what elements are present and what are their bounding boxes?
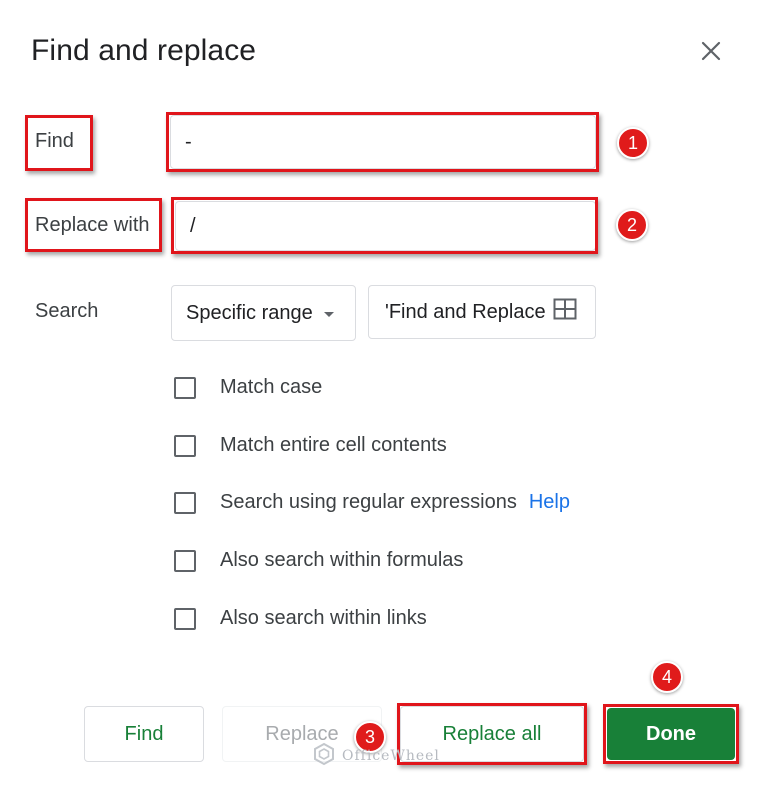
replace-label: Replace with <box>35 214 150 236</box>
annotation-badge-1: 1 <box>617 127 649 159</box>
search-formulas-checkbox[interactable] <box>174 549 196 572</box>
find-input[interactable] <box>170 115 596 169</box>
watermark-logo-icon <box>312 742 336 770</box>
close-icon[interactable] <box>696 36 726 66</box>
dialog-title: Find and replace <box>31 34 257 67</box>
option-match-case[interactable]: Match case <box>174 376 322 399</box>
dropdown-arrow-icon <box>323 302 335 325</box>
replace-input[interactable] <box>175 201 596 251</box>
regex-label: Search using regular expressions <box>220 491 517 513</box>
search-label: Search <box>35 300 99 322</box>
range-input-value: 'Find and Replace'!B5:B10 <box>385 300 545 323</box>
find-label: Find <box>35 130 74 152</box>
grid-icon[interactable] <box>553 298 577 326</box>
option-search-links[interactable]: Also search within links <box>174 607 427 630</box>
annotation-badge-2: 2 <box>616 209 648 241</box>
regex-checkbox[interactable] <box>174 491 196 514</box>
find-button[interactable]: Find <box>84 706 204 762</box>
match-case-checkbox[interactable] <box>174 376 196 399</box>
option-regex[interactable]: Search using regular expressions Help <box>174 491 570 514</box>
search-links-label: Also search within links <box>220 607 427 629</box>
option-search-formulas[interactable]: Also search within formulas <box>174 549 463 572</box>
search-scope-value: Specific range <box>186 301 313 324</box>
option-match-entire-cell[interactable]: Match entire cell contents <box>174 434 447 457</box>
search-formulas-label: Also search within formulas <box>220 549 464 571</box>
match-entire-cell-label: Match entire cell contents <box>220 434 447 456</box>
range-field[interactable]: 'Find and Replace'!B5:B10 <box>368 285 596 339</box>
search-links-checkbox[interactable] <box>174 607 196 630</box>
watermark: OfficeWheel <box>312 742 440 770</box>
help-link[interactable]: Help <box>529 491 570 514</box>
annotation-badge-4: 4 <box>651 661 683 693</box>
done-button[interactable]: Done <box>607 708 735 760</box>
match-entire-cell-checkbox[interactable] <box>174 434 196 457</box>
watermark-text: OfficeWheel <box>342 748 440 764</box>
match-case-label: Match case <box>220 376 323 398</box>
search-scope-dropdown[interactable]: Specific range <box>171 285 356 341</box>
